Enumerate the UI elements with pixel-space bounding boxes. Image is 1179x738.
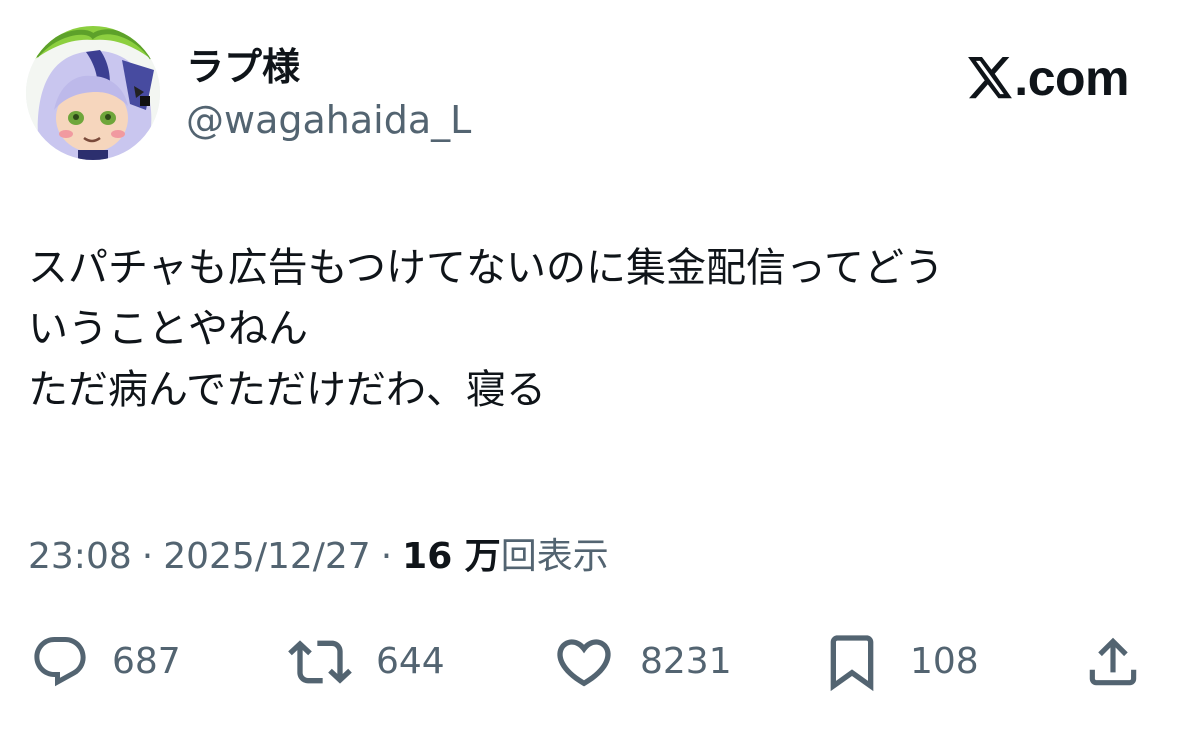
tweet-line: スパチャも広告もつけてないのに集金配信ってどう [28,245,944,291]
like-button[interactable]: 8231 [552,630,732,694]
brand-logo: .com [968,50,1129,106]
user-handle[interactable]: @wagahaida_L [186,97,471,143]
reply-icon [34,637,86,687]
bookmark-icon [830,635,874,692]
avatar[interactable] [26,26,160,160]
tweet-line: いうことやねん [28,306,308,352]
display-name[interactable]: ラプ様 [186,44,300,90]
tweet-meta: 23:08 · 2025/12/27 · 16 万 回表示 [28,532,609,582]
x-logo-icon [968,57,1013,99]
bookmark-count: 108 [910,641,979,682]
action-bar: 687 644 8231 108 [0,630,1179,694]
repost-icon [288,640,352,684]
reply-button[interactable]: 687 [30,630,181,694]
repost-button[interactable]: 644 [288,630,445,694]
views-count[interactable]: 16 万 [402,532,501,582]
character-avatar-icon [26,26,160,160]
reply-count: 687 [112,641,181,682]
like-count: 8231 [640,641,732,682]
meta-separator: · [380,536,393,577]
heart-icon [557,639,611,687]
meta-separator: · [141,536,154,577]
tweet-date[interactable]: 2025/12/27 [163,532,371,582]
brand-domain-label: .com [1014,50,1129,106]
bookmark-button[interactable]: 108 [820,630,979,694]
share-button[interactable] [1082,630,1144,694]
repost-count: 644 [376,641,445,682]
tweet-time[interactable]: 23:08 [28,532,132,582]
tweet-line: ただ病んでただけだわ、寝る [28,367,546,413]
views-label: 回表示 [500,536,609,577]
share-icon [1089,637,1137,686]
tweet-text: スパチャも広告もつけてないのに集金配信ってどう いうことやねん ただ病んでただけ… [28,238,1148,421]
